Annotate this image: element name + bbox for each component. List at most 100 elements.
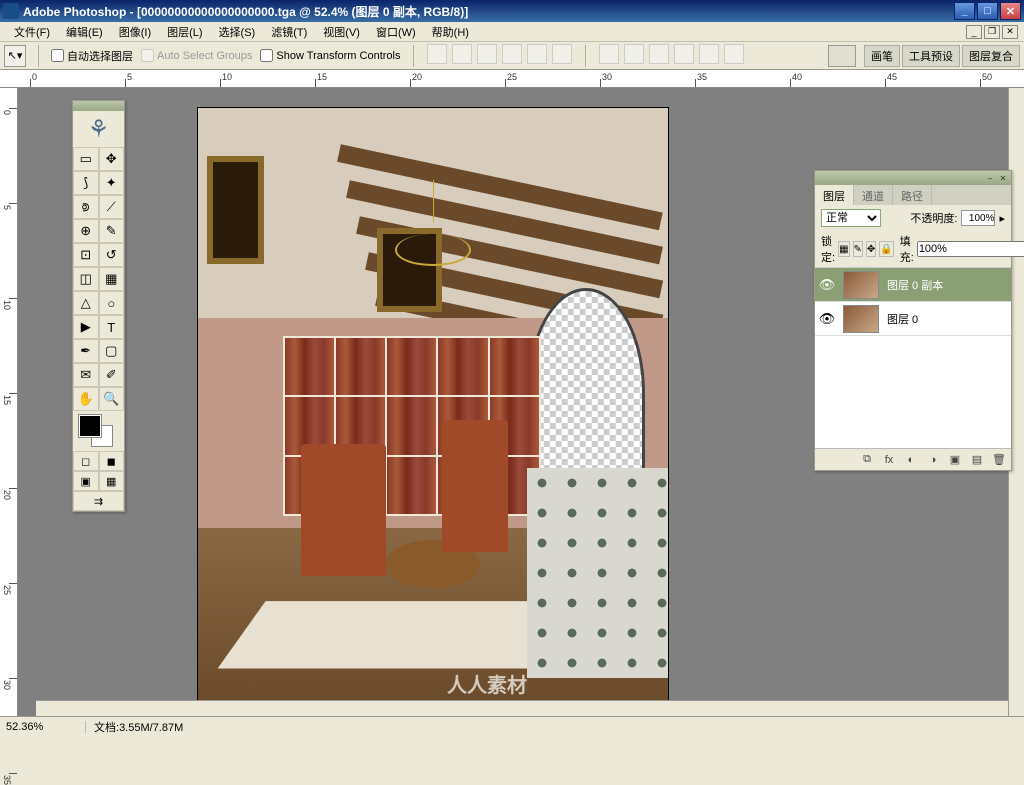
ruler-horizontal[interactable]: 05101520253035404550 [0, 70, 1024, 88]
menu-filter[interactable]: 滤镜(T) [263, 22, 315, 42]
doc-restore-button[interactable]: ❐ [984, 25, 1000, 39]
document-canvas[interactable]: 人人素材 [198, 108, 668, 708]
opacity-input[interactable] [961, 210, 995, 226]
align-hcenter-button[interactable] [527, 44, 547, 64]
blur-tool[interactable]: △ [73, 291, 99, 315]
close-button[interactable]: ✕ [1000, 2, 1021, 20]
menu-file[interactable]: 文件(F) [6, 22, 58, 42]
align-right-button[interactable] [552, 44, 572, 64]
tab-channels[interactable]: 通道 [854, 185, 893, 205]
palette-layercomps-tab[interactable]: 图层复合 [962, 45, 1020, 67]
link-layers-icon[interactable]: ⧉ [859, 452, 875, 468]
slice-tool[interactable]: ⟋ [99, 195, 125, 219]
menu-view[interactable]: 视图(V) [315, 22, 368, 42]
menu-edit[interactable]: 编辑(E) [58, 22, 111, 42]
move-tool[interactable]: ✥ [99, 147, 125, 171]
maximize-button[interactable]: □ [977, 2, 998, 20]
doc-minimize-button[interactable]: _ [966, 25, 982, 39]
palette-toolpresets-tab[interactable]: 工具预设 [902, 45, 960, 67]
zoom-field[interactable]: 52.36% [6, 721, 86, 733]
distribute-vcenter-button[interactable] [624, 44, 644, 64]
delete-layer-icon[interactable]: 🗑 [991, 452, 1007, 468]
minimize-button[interactable]: _ [954, 2, 975, 20]
layer-row[interactable]: 👁 图层 0 [815, 302, 1011, 336]
align-vcenter-button[interactable] [452, 44, 472, 64]
tab-paths[interactable]: 路径 [893, 185, 932, 205]
layer-name[interactable]: 图层 0 副本 [883, 277, 1011, 293]
magic-wand-tool[interactable]: ✦ [99, 171, 125, 195]
menu-layer[interactable]: 图层(L) [159, 22, 210, 42]
align-bottom-button[interactable] [477, 44, 497, 64]
type-tool[interactable]: T [99, 315, 125, 339]
layer-name[interactable]: 图层 0 [883, 311, 1011, 327]
blend-mode-select[interactable]: 正常 [821, 209, 881, 227]
color-swatches[interactable] [73, 411, 124, 451]
quickmask-off-button[interactable]: ◻ [73, 451, 99, 471]
doc-close-button[interactable]: ✕ [1002, 25, 1018, 39]
align-left-button[interactable] [502, 44, 522, 64]
align-top-button[interactable] [427, 44, 447, 64]
layer-style-icon[interactable]: fx [881, 452, 897, 468]
scrollbar-horizontal[interactable] [36, 700, 1008, 716]
healing-tool[interactable]: ⊕ [73, 219, 99, 243]
zoom-tool[interactable]: 🔍 [99, 387, 125, 411]
palette-well-icon[interactable] [828, 45, 856, 67]
brush-tool[interactable]: ✎ [99, 219, 125, 243]
distribute-right-button[interactable] [724, 44, 744, 64]
panel-close-icon[interactable]: ✕ [998, 173, 1008, 183]
eraser-tool[interactable]: ◫ [73, 267, 99, 291]
palette-brushes-tab[interactable]: 画笔 [864, 45, 900, 67]
dodge-tool[interactable]: ○ [99, 291, 125, 315]
crop-tool[interactable]: ⟄ [73, 195, 99, 219]
tab-layers[interactable]: 图层 [815, 185, 854, 205]
toolbox[interactable]: ⚘ ▭ ✥ ⟆ ✦ ⟄ ⟋ ⊕ ✎ ⊡ ↺ ◫ ▦ △ ○ ▶ T ✒ ▢ ✉ … [72, 100, 125, 512]
doc-size-label[interactable]: 文档:3.55M/7.87M [86, 719, 183, 735]
visibility-icon[interactable]: 👁 [815, 311, 839, 327]
screenmode-full-button[interactable]: ▦ [99, 471, 125, 491]
quickmask-on-button[interactable]: ◼ [99, 451, 125, 471]
lock-all-button[interactable]: 🔒 [879, 241, 893, 257]
jump-to-button[interactable]: ⇉ [73, 491, 124, 511]
group-icon[interactable]: ▣ [947, 452, 963, 468]
new-layer-icon[interactable]: ▤ [969, 452, 985, 468]
layer-thumbnail[interactable] [843, 271, 879, 299]
adjustment-layer-icon[interactable]: ◑ [925, 452, 941, 468]
layers-panel[interactable]: – ✕ 图层 通道 路径 正常 不透明度: ▸ 锁定: ▦ ✎ ✥ 🔒 填充: … [814, 170, 1012, 471]
gradient-tool[interactable]: ▦ [99, 267, 125, 291]
opacity-flyout-icon[interactable]: ▸ [999, 212, 1005, 225]
toolbox-header[interactable] [73, 101, 124, 111]
lock-position-button[interactable]: ✥ [866, 241, 876, 257]
eyedropper-tool[interactable]: ✐ [99, 363, 125, 387]
ruler-vertical[interactable]: 05101520253035 [0, 88, 18, 736]
auto-select-groups-checkbox[interactable]: Auto Select Groups [141, 49, 252, 62]
move-tool-preset-icon[interactable]: ↖▾ [4, 45, 26, 67]
foreground-color-swatch[interactable] [79, 415, 101, 437]
lock-pixels-button[interactable]: ✎ [853, 241, 863, 257]
shape-tool[interactable]: ▢ [99, 339, 125, 363]
show-transform-checkbox[interactable]: Show Transform Controls [260, 49, 400, 62]
stamp-tool[interactable]: ⊡ [73, 243, 99, 267]
marquee-tool[interactable]: ▭ [73, 147, 99, 171]
visibility-icon[interactable]: 👁 [815, 277, 839, 293]
notes-tool[interactable]: ✉ [73, 363, 99, 387]
lock-transparency-button[interactable]: ▦ [838, 241, 849, 257]
menu-image[interactable]: 图像(I) [111, 22, 159, 42]
lasso-tool[interactable]: ⟆ [73, 171, 99, 195]
auto-select-layer-checkbox[interactable]: 自动选择图层 [51, 48, 133, 64]
fill-input[interactable] [917, 241, 1024, 257]
layer-mask-icon[interactable]: ◐ [903, 452, 919, 468]
layer-row[interactable]: 👁 图层 0 副本 [815, 268, 1011, 302]
distribute-bottom-button[interactable] [649, 44, 669, 64]
panel-header[interactable]: – ✕ [815, 171, 1011, 185]
panel-minimize-icon[interactable]: – [985, 173, 995, 183]
menu-select[interactable]: 选择(S) [211, 22, 264, 42]
screenmode-standard-button[interactable]: ▣ [73, 471, 99, 491]
distribute-top-button[interactable] [599, 44, 619, 64]
history-brush-tool[interactable]: ↺ [99, 243, 125, 267]
distribute-hcenter-button[interactable] [699, 44, 719, 64]
menu-help[interactable]: 帮助(H) [424, 22, 477, 42]
pen-tool[interactable]: ✒ [73, 339, 99, 363]
path-select-tool[interactable]: ▶ [73, 315, 99, 339]
distribute-left-button[interactable] [674, 44, 694, 64]
menu-window[interactable]: 窗口(W) [368, 22, 424, 42]
